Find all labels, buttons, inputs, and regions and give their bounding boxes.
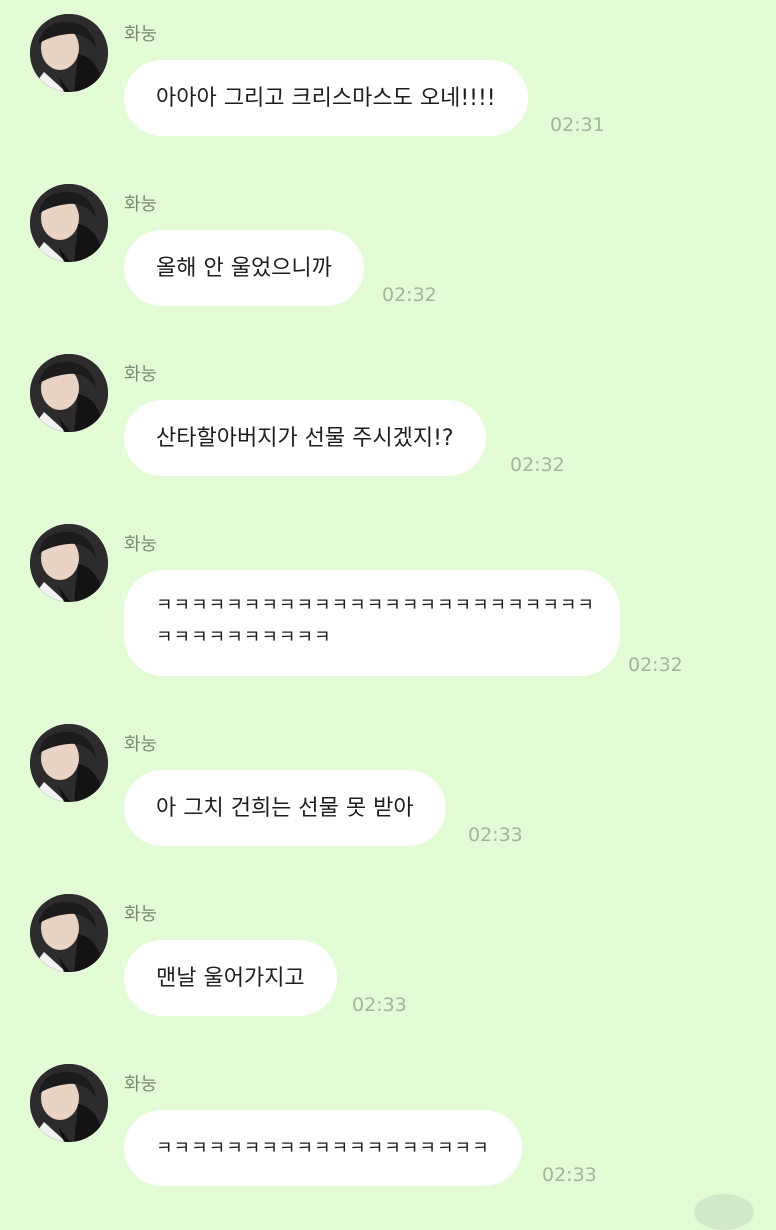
avatar[interactable]: [30, 894, 108, 972]
message-bubble[interactable]: ㅋㅋㅋㅋㅋㅋㅋㅋㅋㅋㅋㅋㅋㅋㅋㅋㅋㅋㅋㅋㅋㅋㅋㅋㅋ ㅋㅋㅋㅋㅋㅋㅋㅋㅋㅋ: [124, 570, 620, 676]
avatar-photo-icon: [30, 184, 108, 262]
message-bubble[interactable]: 아아아 그리고 크리스마스도 오네!!!!: [124, 60, 528, 136]
avatar-photo-icon: [30, 1064, 108, 1142]
sender-name: 화눙: [124, 904, 158, 925]
message-bubble[interactable]: 산타할아버지가 선물 주시겠지!?: [124, 400, 486, 476]
avatar[interactable]: [30, 14, 108, 92]
sender-name: 화눙: [124, 1074, 158, 1095]
avatar-photo-icon: [30, 524, 108, 602]
avatar[interactable]: [30, 184, 108, 262]
message-bubble[interactable]: 올해 안 울었으니까: [124, 230, 364, 306]
sender-name: 화눙: [124, 734, 158, 755]
message-timestamp: 02:32: [510, 454, 565, 476]
message-bubble[interactable]: 맨날 울어가지고: [124, 940, 337, 1016]
message-timestamp: 02:33: [542, 1164, 597, 1186]
message-timestamp: 02:32: [382, 284, 437, 306]
avatar[interactable]: [30, 724, 108, 802]
avatar-photo-icon: [30, 894, 108, 972]
message-timestamp: 02:33: [468, 824, 523, 846]
message-text-line: ㅋㅋㅋㅋㅋㅋㅋㅋㅋㅋㅋㅋㅋㅋㅋㅋㅋㅋㅋㅋㅋㅋㅋㅋㅋ: [156, 595, 595, 616]
sender-name: 화눙: [124, 24, 158, 45]
sender-name: 화눙: [124, 194, 158, 215]
avatar[interactable]: [30, 354, 108, 432]
avatar-photo-icon: [30, 14, 108, 92]
sender-name: 화눙: [124, 534, 158, 555]
partial-element: [694, 1194, 754, 1230]
avatar-photo-icon: [30, 354, 108, 432]
avatar-photo-icon: [30, 724, 108, 802]
message-text-line: ㅋㅋㅋㅋㅋㅋㅋㅋㅋㅋ: [156, 627, 332, 648]
sender-name: 화눙: [124, 364, 158, 385]
message-bubble[interactable]: ㅋㅋㅋㅋㅋㅋㅋㅋㅋㅋㅋㅋㅋㅋㅋㅋㅋㅋㅋ: [124, 1110, 522, 1186]
message-timestamp: 02:31: [550, 114, 605, 136]
message-bubble[interactable]: 아 그치 건희는 선물 못 받아: [124, 770, 446, 846]
avatar[interactable]: [30, 1064, 108, 1142]
message-timestamp: 02:33: [352, 994, 407, 1016]
message-timestamp: 02:32: [628, 654, 683, 676]
avatar[interactable]: [30, 524, 108, 602]
